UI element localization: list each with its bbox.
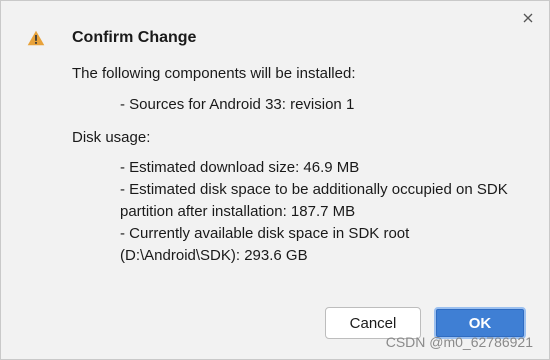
warning-icon: [27, 30, 45, 46]
disk-usage-line: - Currently available disk space in SDK …: [120, 225, 410, 264]
disk-usage-label: Disk usage:: [72, 129, 151, 146]
dialog-message: The following components will be install…: [72, 63, 527, 267]
close-icon: [523, 13, 533, 23]
disk-usage-line: - Estimated disk space to be additionall…: [120, 181, 508, 220]
component-item: - Sources for Android 33: revision 1: [120, 96, 355, 113]
watermark: CSDN @m0_62786921: [385, 334, 533, 350]
close-button[interactable]: [517, 7, 539, 29]
intro-text: The following components will be install…: [72, 65, 356, 82]
disk-usage-line: - Estimated download size: 46.9 MB: [120, 159, 360, 176]
confirm-change-dialog: Confirm Change The following components …: [0, 0, 550, 360]
dialog-title: Confirm Change: [72, 29, 197, 46]
